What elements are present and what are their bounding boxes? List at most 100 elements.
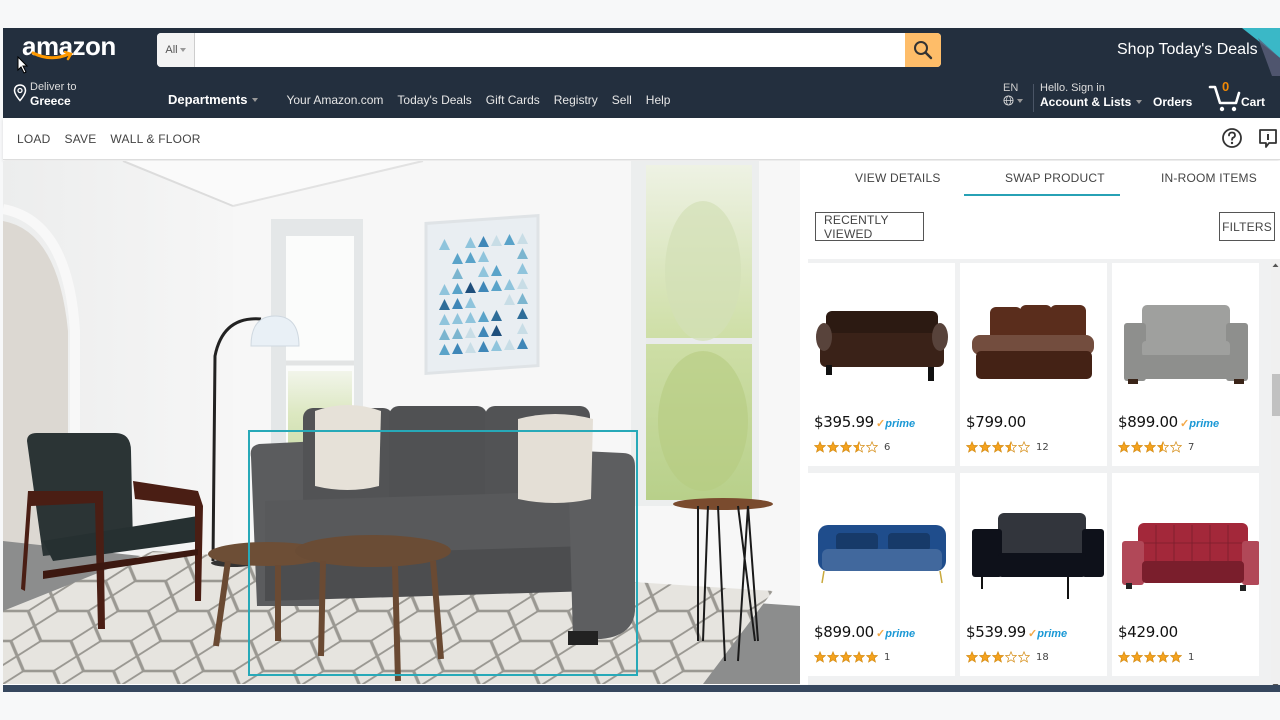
deliver-to-location[interactable]: Deliver to Greece: [13, 81, 76, 108]
star-icon: [1018, 651, 1030, 663]
search-button[interactable]: [905, 33, 941, 67]
star-icon: [1144, 441, 1156, 453]
amazon-smile-icon: [31, 50, 73, 61]
star-rating: 1: [1118, 651, 1194, 663]
search-bar: All: [157, 33, 941, 67]
star-icon: [1170, 441, 1182, 453]
star-icon: [1018, 441, 1030, 453]
panel-tabs: VIEW DETAILS SWAP PRODUCT IN-ROOM ITEMS: [800, 161, 1280, 197]
product-image: [972, 305, 1094, 379]
star-icon: [979, 651, 991, 663]
nav-link-todays-deals[interactable]: Today's Deals: [397, 93, 471, 107]
search-input[interactable]: [195, 33, 905, 67]
bottom-bar: [3, 685, 1280, 692]
prime-badge: ✓prime: [876, 628, 916, 640]
tab-in-room-items[interactable]: IN-ROOM ITEMS: [1161, 171, 1257, 185]
save-button[interactable]: SAVE: [64, 132, 96, 146]
star-icon: [1157, 441, 1169, 453]
star-icon: [840, 441, 852, 453]
star-icon: [1005, 651, 1017, 663]
active-tab-indicator: [964, 194, 1120, 196]
product-card[interactable]: $899.00 ✓prime 7: [1112, 263, 1259, 466]
star-icon: [1131, 441, 1143, 453]
star-icon: [1131, 651, 1143, 663]
product-price: $395.99: [814, 413, 874, 431]
chevron-down-icon: [179, 48, 186, 52]
prime-badge: ✓prime: [876, 418, 916, 430]
search-category-label: All: [165, 44, 178, 56]
star-icon: [866, 441, 878, 453]
product-grid: $395.99 ✓prime 6 $799.00 12 $899.00 ✓prime 7 …: [808, 259, 1280, 692]
product-price: $799.00: [966, 413, 1026, 431]
language-selector[interactable]: EN: [1003, 81, 1023, 106]
room-render: [3, 161, 800, 684]
star-icon: [1157, 651, 1169, 663]
star-icon: [866, 651, 878, 663]
room-scene-canvas[interactable]: [3, 161, 800, 684]
product-card[interactable]: $539.99 ✓prime 18: [960, 473, 1107, 676]
product-card[interactable]: $395.99 ✓prime 6: [808, 263, 955, 466]
star-rating: 18: [966, 651, 1049, 663]
product-image: [1124, 305, 1248, 384]
room-toolbar: LOAD SAVE WALL & FLOOR: [3, 118, 1280, 160]
chevron-down-icon: [252, 97, 259, 102]
star-icon: [1005, 441, 1017, 453]
nav-links: Departments Your Amazon.com Today's Deal…: [168, 92, 684, 107]
star-icon: [853, 651, 865, 663]
review-count: 1: [1188, 651, 1195, 663]
feedback-icon[interactable]: [1257, 127, 1279, 149]
account-greeting: Hello. Sign in: [1040, 82, 1105, 94]
star-icon: [1118, 651, 1130, 663]
cart-label: Cart: [1241, 95, 1266, 109]
star-icon: [1118, 441, 1130, 453]
star-icon: [827, 441, 839, 453]
account-lists-menu[interactable]: Hello. Sign in Account & Lists: [1040, 81, 1143, 109]
search-category-dropdown[interactable]: All: [157, 33, 195, 67]
nav-link-registry[interactable]: Registry: [554, 93, 598, 107]
chevron-down-icon: [1017, 98, 1023, 103]
star-icon: [814, 651, 826, 663]
chevron-down-icon: [1136, 100, 1143, 104]
tab-view-details[interactable]: VIEW DETAILS: [855, 171, 941, 185]
orders-link[interactable]: Orders: [1153, 95, 1192, 109]
scrollbar-thumb[interactable]: [1272, 374, 1280, 416]
star-icon: [814, 441, 826, 453]
star-rating: 6: [814, 441, 890, 453]
product-card[interactable]: $799.00 12: [960, 263, 1107, 466]
nav-link-gift-cards[interactable]: Gift Cards: [486, 93, 540, 107]
star-icon: [966, 441, 978, 453]
scrollbar[interactable]: [1271, 259, 1280, 692]
wall-floor-button[interactable]: WALL & FLOOR: [110, 132, 200, 146]
cart-button[interactable]: 0 Cart: [1208, 79, 1268, 115]
tab-swap-product[interactable]: SWAP PRODUCT: [1005, 171, 1105, 185]
app-frame: amazon All Shop Today's Deals Deliver to…: [3, 28, 1280, 692]
scroll-up-arrow-icon[interactable]: [1272, 262, 1279, 269]
divider: [1033, 84, 1034, 112]
product-card[interactable]: $899.00 ✓prime 1: [808, 473, 955, 676]
review-count: 7: [1188, 441, 1195, 453]
mouse-cursor-icon: [17, 56, 29, 74]
search-icon: [914, 41, 933, 60]
cart-count-badge: 0: [1222, 79, 1230, 94]
product-price: $899.00: [814, 623, 874, 641]
help-icon[interactable]: [1221, 127, 1243, 149]
prime-badge: ✓prime: [1180, 418, 1220, 430]
star-icon: [992, 651, 1004, 663]
deliver-country: Greece: [30, 94, 71, 108]
nav-link-help[interactable]: Help: [646, 93, 671, 107]
nav-link-sell[interactable]: Sell: [612, 93, 632, 107]
star-icon: [1144, 651, 1156, 663]
product-card[interactable]: $429.00 1: [1112, 473, 1259, 676]
departments-menu[interactable]: Departments: [168, 92, 259, 107]
filters-button[interactable]: FILTERS: [1219, 212, 1275, 241]
header-top: amazon All Shop Today's Deals: [3, 28, 1280, 76]
recently-viewed-button[interactable]: RECENTLY VIEWED: [815, 212, 924, 241]
review-count: 12: [1036, 441, 1049, 453]
star-icon: [827, 651, 839, 663]
load-button[interactable]: LOAD: [17, 132, 50, 146]
language-label: EN: [1003, 82, 1019, 94]
star-rating: 1: [814, 651, 890, 663]
review-count: 6: [884, 441, 891, 453]
nav-link-your-amazon[interactable]: Your Amazon.com: [286, 93, 383, 107]
star-icon: [853, 441, 865, 453]
